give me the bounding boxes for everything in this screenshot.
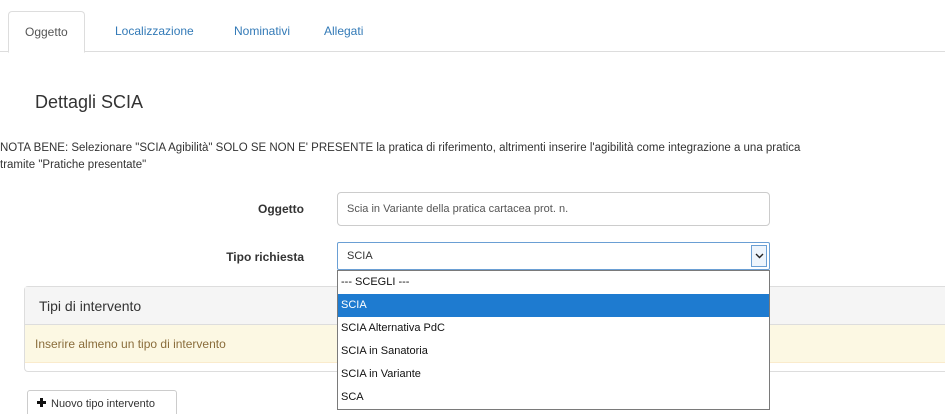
tab-allegati[interactable]: Allegati bbox=[308, 11, 379, 53]
tab-oggetto[interactable]: Oggetto bbox=[8, 11, 85, 53]
dropdown-option[interactable]: SCA bbox=[338, 386, 769, 409]
tipo-richiesta-label: Tipo richiesta bbox=[226, 250, 304, 264]
tab-bar: Oggetto Localizzazione Nominativi Allega… bbox=[0, 0, 945, 53]
nota-line-1: NOTA BENE: Selezionare "SCIA Agibilità" … bbox=[0, 142, 801, 154]
tipo-richiesta-dropdown: --- SCEGLI --- SCIA SCIA Alternativa PdC… bbox=[337, 270, 770, 410]
add-button-label: Nuovo tipo intervento bbox=[51, 398, 155, 410]
oggetto-label: Oggetto bbox=[258, 202, 304, 216]
chevron-down-icon[interactable] bbox=[751, 245, 767, 267]
dropdown-option[interactable]: SCIA Alternativa PdC bbox=[338, 317, 769, 340]
add-tipo-intervento-button[interactable]: Nuovo tipo intervento bbox=[27, 390, 177, 414]
section-title: Dettagli SCIA bbox=[35, 92, 144, 112]
dropdown-option[interactable]: SCIA in Variante bbox=[338, 363, 769, 386]
tipo-richiesta-select[interactable]: SCIA bbox=[337, 242, 770, 270]
oggetto-input[interactable]: Scia in Variante della pratica cartacea … bbox=[337, 192, 770, 226]
tab-localizzazione[interactable]: Localizzazione bbox=[99, 11, 210, 53]
dropdown-option-selected[interactable]: SCIA bbox=[338, 294, 769, 317]
nota-bene-text: NOTA BENE: Selezionare "SCIA Agibilità" … bbox=[0, 140, 945, 174]
dropdown-option[interactable]: SCIA in Sanatoria bbox=[338, 340, 769, 363]
nota-line-2: tramite "Pratiche presentate" bbox=[0, 159, 147, 171]
plus-icon bbox=[37, 398, 46, 407]
tab-nominativi[interactable]: Nominativi bbox=[218, 11, 306, 53]
dropdown-option[interactable]: --- SCEGLI --- bbox=[338, 271, 769, 294]
tipo-richiesta-value: SCIA bbox=[347, 250, 373, 262]
